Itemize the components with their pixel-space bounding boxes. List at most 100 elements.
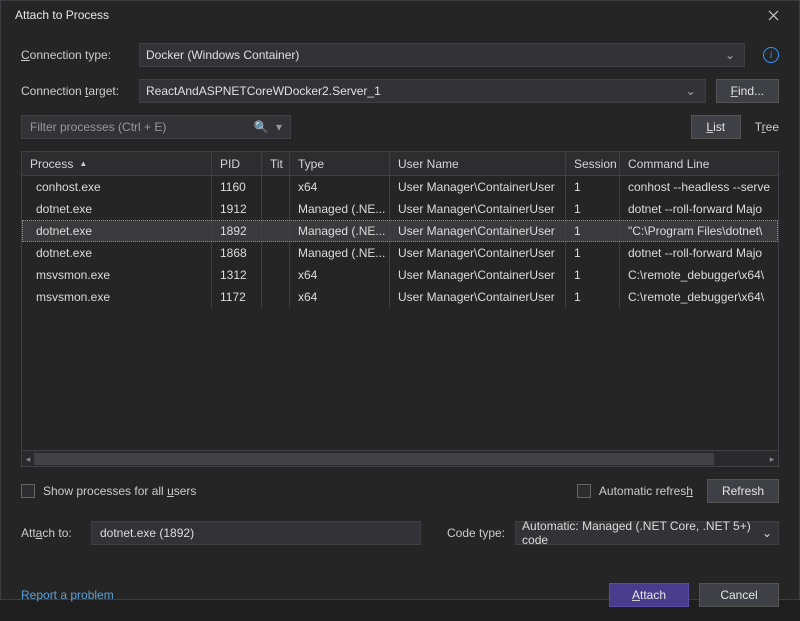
chevron-down-icon: ⌄	[683, 84, 699, 98]
attach-to-input[interactable]: dotnet.exe (1892)	[91, 521, 421, 545]
cell: 1912	[212, 198, 262, 220]
find-button[interactable]: Find...	[716, 79, 779, 103]
cell: User Manager\ContainerUser	[390, 264, 566, 286]
connection-target-row: Connection target: ReactAndASPNETCoreWDo…	[21, 79, 779, 103]
tree-view-button[interactable]: Tree	[755, 120, 779, 134]
cell: C:\remote_debugger\x64\	[620, 264, 778, 286]
table-body: conhost.exe1160x64User Manager\Container…	[22, 176, 778, 450]
footer: Report a problem Attach Cancel	[21, 583, 779, 607]
col-process[interactable]: Process▲	[22, 152, 212, 175]
view-toggle: List Tree	[691, 115, 779, 139]
search-icon[interactable]: 🔍	[250, 120, 272, 134]
cell: 1	[566, 198, 620, 220]
options-row: Show processes for all users Automatic r…	[21, 479, 779, 503]
cell: dotnet.exe	[22, 198, 212, 220]
connection-type-label: Connection type:	[21, 48, 129, 62]
cell	[262, 264, 290, 286]
connection-type-row: Connection type: Docker (Windows Contain…	[21, 43, 779, 67]
filter-placeholder: Filter processes (Ctrl + E)	[30, 120, 250, 134]
table-row[interactable]: dotnet.exe1868 Managed (.NE...User Manage…	[22, 242, 778, 264]
titlebar: Attach to Process	[1, 1, 799, 29]
checkbox-box	[577, 484, 591, 498]
cell: Managed (.NE...	[290, 198, 390, 220]
cell: msvsmon.exe	[22, 264, 212, 286]
info-icon[interactable]: i	[763, 47, 779, 63]
col-title[interactable]: Tit	[262, 152, 290, 175]
chevron-down-icon: ⌄	[722, 48, 738, 62]
table-row[interactable]: msvsmon.exe1312x64User Manager\Container…	[22, 264, 778, 286]
cell: User Manager\ContainerUser	[390, 176, 566, 198]
table-row[interactable]: conhost.exe1160 x64User Manager\Container…	[22, 176, 778, 198]
chevron-down-icon: ⌄	[762, 526, 772, 540]
code-type-value: Automatic: Managed (.NET Core, .NET 5+) …	[522, 519, 762, 547]
cell	[262, 220, 290, 242]
show-all-users-label: Show processes for all users	[43, 484, 196, 498]
filter-input[interactable]: Filter processes (Ctrl + E) 🔍 ▾	[21, 115, 291, 139]
scroll-left-icon[interactable]: ◂	[22, 451, 34, 467]
cell: conhost --headless --serve	[620, 176, 778, 198]
cell: C:\remote_debugger\x64\	[620, 286, 778, 308]
cell: x64	[290, 264, 390, 286]
close-icon	[768, 10, 779, 21]
chevron-down-icon[interactable]: ▾	[272, 120, 286, 134]
cell: 1892	[212, 220, 262, 242]
auto-refresh-label: Automatic refresh	[599, 484, 693, 498]
close-button[interactable]	[755, 1, 791, 29]
cell: User Manager\ContainerUser	[390, 220, 566, 242]
cell: 1172	[212, 286, 262, 308]
table-row[interactable]: dotnet.exe1892 Managed (.NE...User Manage…	[22, 220, 778, 242]
cell: User Manager\ContainerUser	[390, 286, 566, 308]
col-session[interactable]: Session	[566, 152, 620, 175]
sort-asc-icon: ▲	[79, 159, 87, 168]
cell: 1	[566, 242, 620, 264]
cell: 1868	[212, 242, 262, 264]
cell: dotnet.exe	[22, 220, 212, 242]
scrollbar-thumb[interactable]	[34, 453, 714, 465]
col-cmd[interactable]: Command Line	[620, 152, 778, 175]
cell: 1	[566, 176, 620, 198]
cancel-button[interactable]: Cancel	[699, 583, 779, 607]
cell: 1	[566, 264, 620, 286]
attach-to-label: Attach to:	[21, 526, 81, 540]
cell: Managed (.NE...	[290, 242, 390, 264]
list-view-button[interactable]: List	[691, 115, 741, 139]
table-row[interactable]: dotnet.exe1912 Managed (.NE...User Manage…	[22, 198, 778, 220]
horizontal-scrollbar[interactable]: ◂ ▸	[22, 450, 778, 466]
cell: 1	[566, 286, 620, 308]
code-type-combo[interactable]: Automatic: Managed (.NET Core, .NET 5+) …	[515, 521, 779, 545]
code-type-label: Code type:	[447, 526, 505, 540]
connection-target-label: Connection target:	[21, 84, 129, 98]
connection-type-combo[interactable]: Docker (Windows Container) ⌄	[139, 43, 745, 67]
cell: User Manager\ContainerUser	[390, 198, 566, 220]
attach-button[interactable]: Attach	[609, 583, 689, 607]
cell: x64	[290, 176, 390, 198]
scroll-right-icon[interactable]: ▸	[766, 451, 778, 467]
cell: 1160	[212, 176, 262, 198]
refresh-button[interactable]: Refresh	[707, 479, 779, 503]
cell: dotnet --roll-forward Majo	[620, 198, 778, 220]
cell	[262, 242, 290, 264]
attach-to-row: Attach to: dotnet.exe (1892) Code type: …	[21, 521, 779, 545]
table-header: Process▲ PID Tit Type User Name Session …	[22, 152, 778, 176]
cell: 1	[566, 220, 620, 242]
cell: dotnet.exe	[22, 242, 212, 264]
cell	[262, 198, 290, 220]
show-all-users-checkbox[interactable]: Show processes for all users	[21, 484, 196, 498]
dialog-body: Connection type: Docker (Windows Contain…	[1, 29, 799, 621]
cell: User Manager\ContainerUser	[390, 242, 566, 264]
connection-type-value: Docker (Windows Container)	[146, 48, 299, 62]
col-user[interactable]: User Name	[390, 152, 566, 175]
auto-refresh-checkbox[interactable]: Automatic refresh	[577, 484, 693, 498]
cell: x64	[290, 286, 390, 308]
col-pid[interactable]: PID	[212, 152, 262, 175]
cell: dotnet --roll-forward Majo	[620, 242, 778, 264]
process-table: Process▲ PID Tit Type User Name Session …	[21, 151, 779, 467]
table-row[interactable]: msvsmon.exe1172 x64User Manager\Container…	[22, 286, 778, 308]
col-type[interactable]: Type	[290, 152, 390, 175]
attach-to-process-dialog: Attach to Process Connection type: Docke…	[0, 0, 800, 600]
cell: msvsmon.exe	[22, 286, 212, 308]
dialog-title: Attach to Process	[15, 8, 755, 22]
cell: Managed (.NE...	[290, 220, 390, 242]
cell: conhost.exe	[22, 176, 212, 198]
connection-target-combo[interactable]: ReactAndASPNETCoreWDocker2.Server_1 ⌄	[139, 79, 706, 103]
